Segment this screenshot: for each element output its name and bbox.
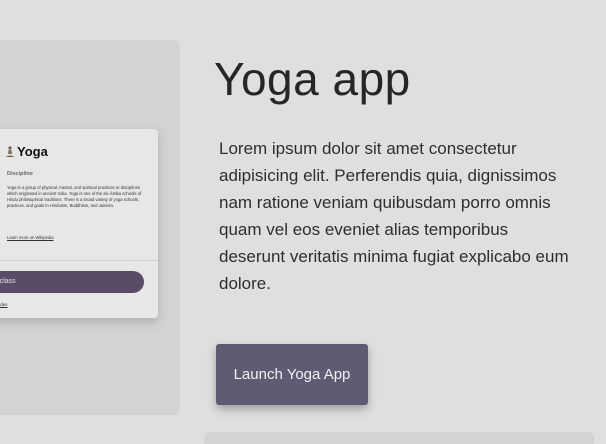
launch-yoga-app-button[interactable]: Launch Yoga App — [216, 344, 368, 405]
meditation-icon — [5, 145, 15, 157]
wikipedia-link[interactable]: Learn more on Wikipedia — [7, 235, 54, 240]
page-title: Yoga app — [214, 53, 411, 105]
app-preview-panel: Yoga Discipline Yoga is a group of physi… — [0, 40, 180, 415]
description-text: Lorem ipsum dolor sit amet consectetur a… — [219, 139, 569, 293]
attribution-link[interactable]: lleCodes — [0, 302, 8, 307]
yoga-class-button[interactable]: ga class — [0, 271, 144, 293]
page: Yoga Discipline Yoga is a group of physi… — [0, 0, 606, 444]
yoga-preview-card: Yoga Discipline Yoga is a group of physi… — [0, 129, 158, 318]
card-title: Yoga — [5, 144, 48, 159]
card-description: Yoga is a group of physical, mental, and… — [7, 185, 142, 208]
next-section-panel — [204, 432, 594, 444]
card-divider — [0, 260, 158, 261]
card-title-text: Yoga — [17, 144, 48, 159]
discipline-label: Discipline — [7, 171, 33, 177]
